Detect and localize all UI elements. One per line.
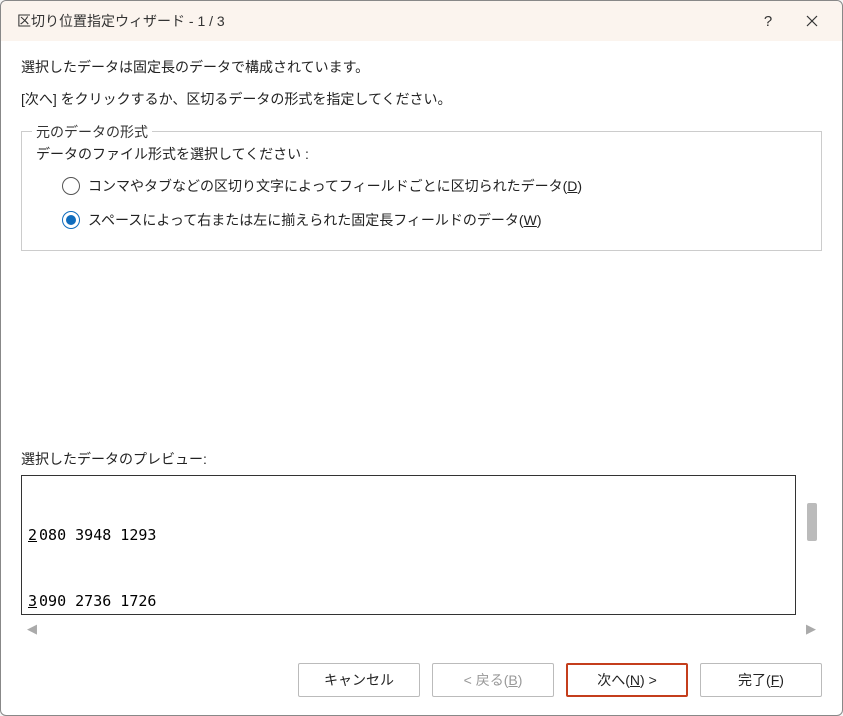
radio-fixed-width[interactable]: スペースによって右または左に揃えられた固定長フィールドのデータ(W)	[62, 210, 807, 230]
close-icon	[806, 15, 818, 27]
description-line-1: 選択したデータは固定長のデータで構成されています。	[21, 57, 822, 77]
footer-buttons: キャンセル < 戻る(B) 次へ(N) > 完了(F)	[1, 651, 842, 715]
scroll-left-arrow[interactable]: ◀	[21, 621, 43, 637]
radio-fixed-width-indicator	[62, 211, 80, 229]
close-button[interactable]	[790, 6, 834, 36]
fieldset-legend: 元のデータの形式	[32, 122, 152, 142]
help-icon: ?	[764, 13, 772, 30]
horizontal-scrollbar[interactable]: ◀ ▶	[21, 617, 822, 641]
scroll-right-arrow[interactable]: ▶	[800, 621, 822, 637]
preview-wrap: 2080 3948 1293 3090 2736 1726 4070 1625 …	[21, 475, 822, 615]
preview-row: 2080 3948 1293	[28, 524, 789, 546]
preview-label: 選択したデータのプレビュー:	[21, 449, 822, 469]
back-button: < 戻る(B)	[432, 663, 554, 697]
radio-fixed-width-label: スペースによって右または左に揃えられた固定長フィールドのデータ(W)	[88, 210, 541, 230]
cancel-button[interactable]: キャンセル	[298, 663, 420, 697]
titlebar: 区切り位置指定ウィザード - 1 / 3 ?	[1, 1, 842, 41]
radio-delimited-label: コンマやタブなどの区切り文字によってフィールドごとに区切られたデータ(D)	[88, 176, 582, 196]
wizard-dialog: 区切り位置指定ウィザード - 1 / 3 ? 選択したデータは固定長のデータで構…	[0, 0, 843, 716]
next-button[interactable]: 次へ(N) >	[566, 663, 688, 697]
preview-row: 3090 2736 1726	[28, 590, 789, 612]
radio-group: コンマやタブなどの区切り文字によってフィールドごとに区切られたデータ(D) スペ…	[36, 176, 807, 230]
fieldset-prompt: データのファイル形式を選択してください :	[36, 144, 807, 164]
finish-button[interactable]: 完了(F)	[700, 663, 822, 697]
content-area: 選択したデータは固定長のデータで構成されています。 [次へ] をクリックするか、…	[1, 41, 842, 651]
radio-delimited[interactable]: コンマやタブなどの区切り文字によってフィールドごとに区切られたデータ(D)	[62, 176, 807, 196]
data-format-fieldset: 元のデータの形式 データのファイル形式を選択してください : コンマやタブなどの…	[21, 131, 822, 251]
vertical-scrollbar[interactable]	[802, 475, 822, 615]
description-line-2: [次へ] をクリックするか、区切るデータの形式を指定してください。	[21, 89, 822, 109]
scrollbar-thumb[interactable]	[807, 503, 817, 541]
help-button[interactable]: ?	[746, 6, 790, 36]
radio-delimited-indicator	[62, 177, 80, 195]
titlebar-title: 区切り位置指定ウィザード - 1 / 3	[17, 11, 746, 31]
preview-box[interactable]: 2080 3948 1293 3090 2736 1726 4070 1625 …	[21, 475, 796, 615]
